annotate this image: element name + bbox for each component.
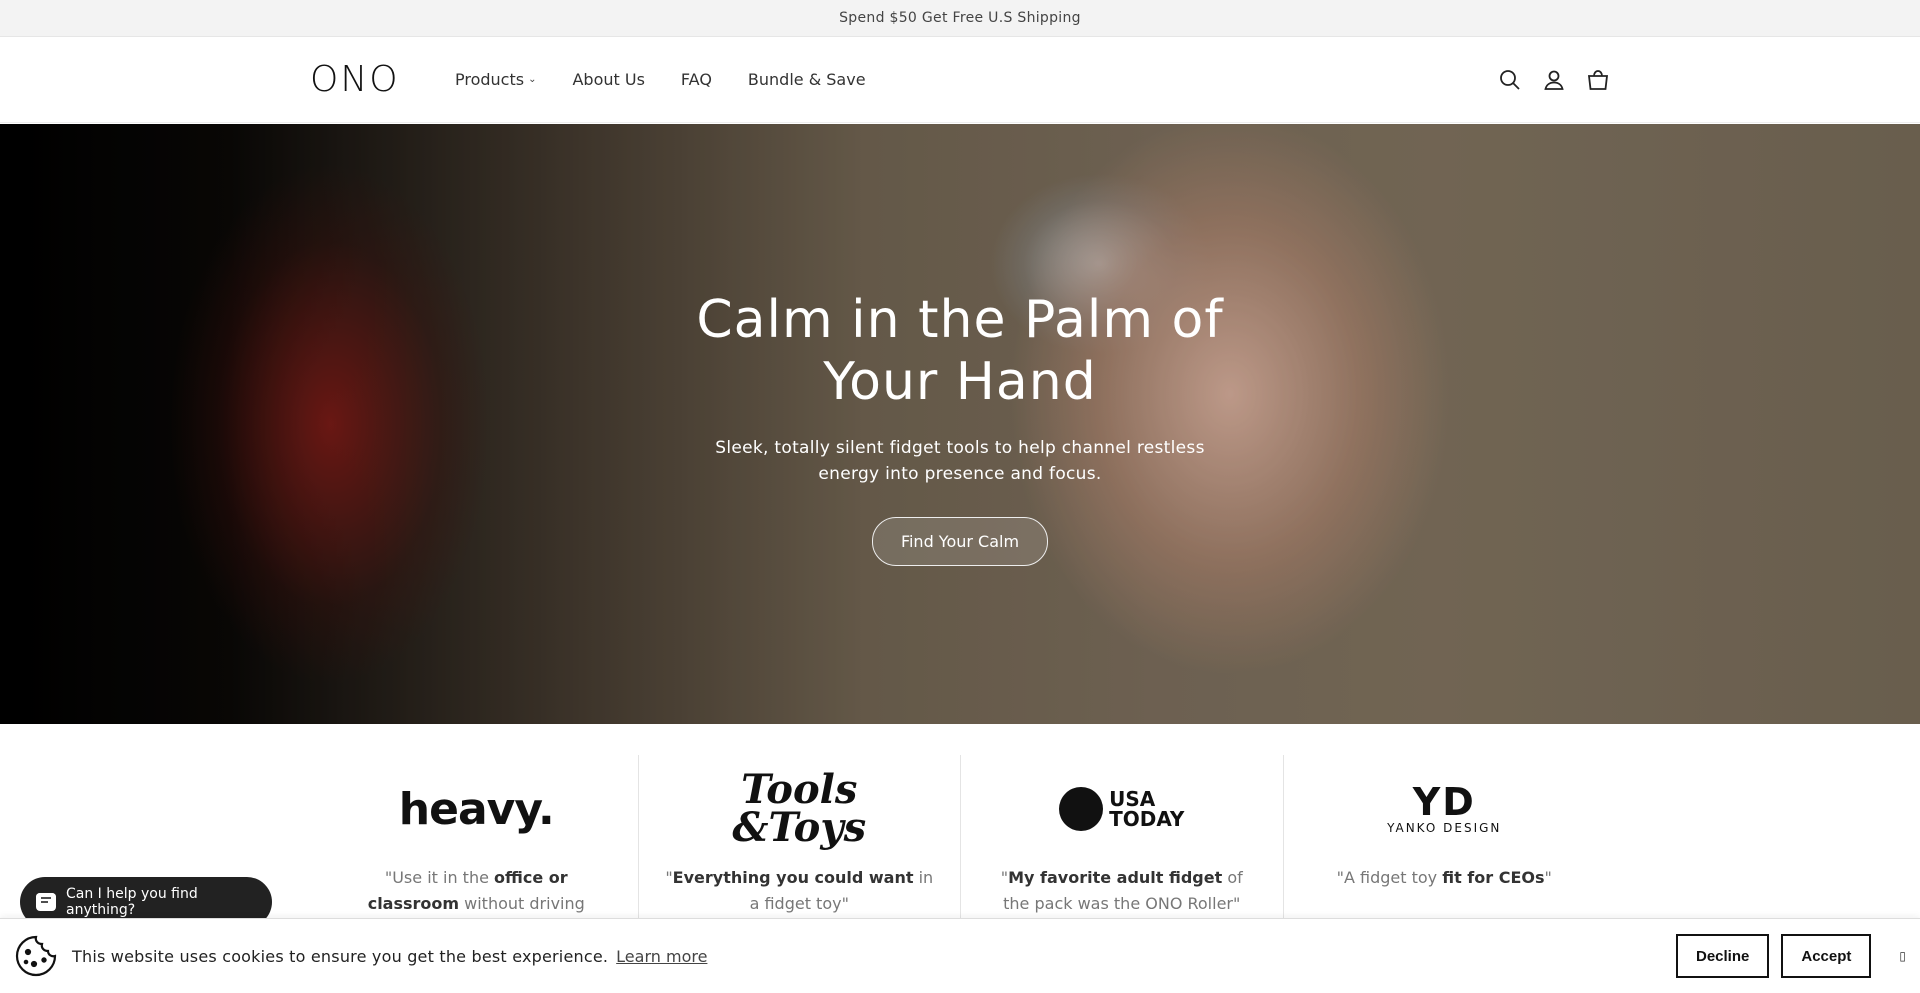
yanko-logo-big: YD bbox=[1412, 780, 1476, 824]
usa-today-dot bbox=[1059, 787, 1104, 831]
search-icon[interactable] bbox=[1498, 68, 1522, 92]
usa-today-logo-text: USA TODAY bbox=[1109, 789, 1184, 829]
quote-post: " bbox=[1544, 868, 1552, 887]
cookie-icon bbox=[14, 934, 58, 978]
quote-bold: fit for CEOs bbox=[1442, 868, 1545, 887]
hero-subtitle-line1: Sleek, totally silent fidget tools to he… bbox=[715, 438, 1205, 458]
heavy-logo: heavy. bbox=[315, 773, 638, 845]
nav-about-label: About Us bbox=[572, 70, 645, 89]
hero-title-line2: Your Hand bbox=[823, 352, 1097, 412]
site-logo[interactable]: ONO bbox=[310, 59, 445, 100]
main-nav: Products ⌄ About Us FAQ Bundle & Save bbox=[455, 70, 866, 89]
press-quote: "My favorite adult fidget of the pack wa… bbox=[987, 865, 1257, 917]
hero-banner: Calm in the Palm of Your Hand Sleek, tot… bbox=[0, 124, 1920, 724]
header-icons bbox=[1498, 68, 1610, 92]
quote-pre: " bbox=[1000, 868, 1009, 887]
cart-icon[interactable] bbox=[1586, 68, 1610, 92]
announcement-bar: Spend $50 Get Free U.S Shipping bbox=[0, 0, 1920, 37]
press-quote: "A fidget toy fit for CEOs" bbox=[1309, 865, 1579, 891]
press-quote: "Everything you could want in a fidget t… bbox=[664, 865, 934, 917]
hero-title: Calm in the Palm of Your Hand bbox=[0, 289, 1920, 413]
cookie-banner: This website uses cookies to ensure you … bbox=[0, 918, 1920, 993]
cookie-actions: Decline Accept ▯ bbox=[1676, 934, 1906, 978]
nav-faq[interactable]: FAQ bbox=[681, 70, 712, 89]
nav-products-label: Products bbox=[455, 70, 525, 89]
nav-products[interactable]: Products ⌄ bbox=[455, 70, 536, 89]
yanko-design-logo: YD YANKO DESIGN bbox=[1284, 773, 1606, 845]
close-icon[interactable]: ▯ bbox=[1899, 949, 1906, 963]
usa-logo-line2: TODAY bbox=[1109, 807, 1185, 831]
nav-about-us[interactable]: About Us bbox=[572, 70, 644, 89]
tools-toys-logo-text: Tools &Toys bbox=[732, 770, 866, 848]
chat-bubble-icon bbox=[36, 893, 56, 911]
nav-faq-label: FAQ bbox=[680, 70, 712, 89]
site-header: ONO Products ⌄ About Us FAQ Bundle & Sav… bbox=[0, 37, 1920, 123]
hero-title-line1: Calm in the Palm of bbox=[696, 290, 1224, 350]
cookie-message: This website uses cookies to ensure you … bbox=[72, 946, 609, 966]
nav-bundle-save[interactable]: Bundle & Save bbox=[748, 70, 866, 89]
chevron-down-icon: ⌄ bbox=[528, 74, 537, 85]
quote-bold: Everything you could want bbox=[672, 868, 914, 887]
nav-bundle-label: Bundle & Save bbox=[747, 70, 866, 89]
yanko-logo-wrap: YD YANKO DESIGN bbox=[1387, 783, 1501, 835]
hero-subtitle: Sleek, totally silent fidget tools to he… bbox=[0, 435, 1920, 487]
hero-content: Calm in the Palm of Your Hand Sleek, tot… bbox=[0, 289, 1920, 566]
tools-toys-logo: Tools &Toys bbox=[639, 770, 961, 848]
yanko-logo-small: YANKO DESIGN bbox=[1387, 821, 1502, 835]
quote-pre: "Use it in the bbox=[384, 868, 495, 887]
heavy-logo-text: heavy. bbox=[398, 783, 555, 835]
quote-pre: " bbox=[665, 868, 673, 887]
tools-logo-line2: &Toys bbox=[732, 804, 867, 851]
find-your-calm-button[interactable]: Find Your Calm bbox=[871, 517, 1049, 566]
accept-button[interactable]: Accept bbox=[1781, 934, 1872, 978]
learn-more-link[interactable]: Learn more bbox=[616, 947, 707, 966]
quote-bold: My favorite adult fidget bbox=[1008, 868, 1223, 887]
chat-label: Can I help you find anything? bbox=[66, 886, 198, 918]
decline-button[interactable]: Decline bbox=[1676, 934, 1770, 978]
usa-today-logo: USA TODAY bbox=[961, 773, 1283, 845]
announcement-text: Spend $50 Get Free U.S Shipping bbox=[839, 10, 1081, 26]
quote-pre: "A fidget toy bbox=[1336, 868, 1443, 887]
account-icon[interactable] bbox=[1542, 68, 1566, 92]
hero-subtitle-line2: energy into presence and focus. bbox=[818, 464, 1102, 484]
